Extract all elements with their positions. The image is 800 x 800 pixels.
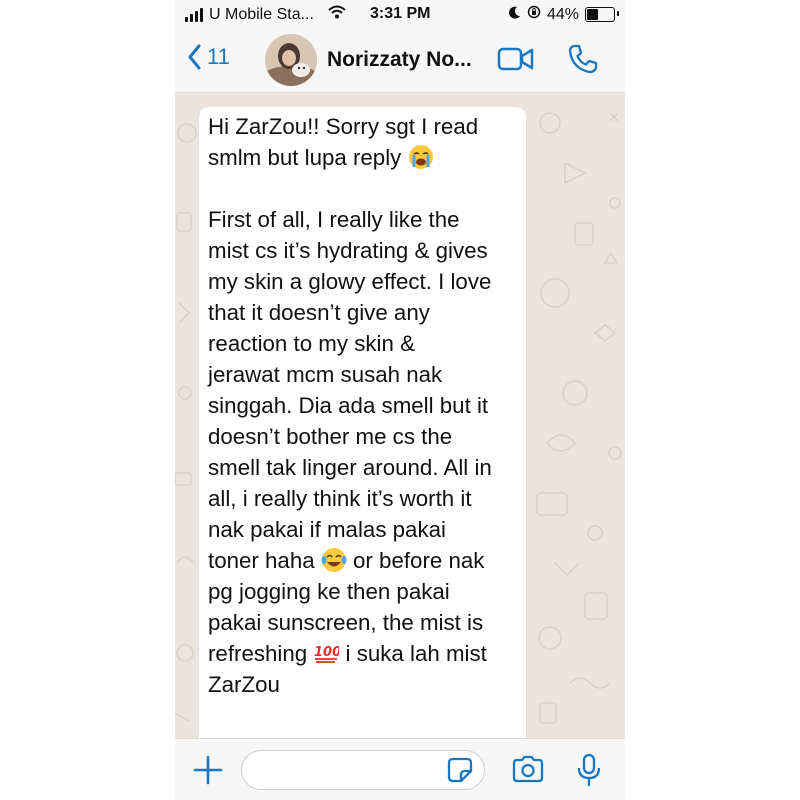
- contact-name[interactable]: Norizzaty No...: [327, 48, 472, 72]
- message-line: [208, 173, 508, 204]
- message-line-text: singgah. Dia ada smell but it: [208, 393, 489, 418]
- video-call-button[interactable]: [497, 46, 535, 77]
- back-chevron-icon: [188, 44, 201, 70]
- camera-icon: [512, 755, 544, 783]
- back-button[interactable]: 11: [187, 44, 230, 70]
- message-line-text: reaction to my skin &: [208, 331, 415, 356]
- message-line-text: ZarZou: [208, 672, 280, 697]
- message-line-text: nak pakai if malas pakai: [208, 517, 446, 542]
- message-line: smell tak linger around. All in: [208, 452, 508, 483]
- message-line: Hi ZarZou!! Sorry sgt I read: [208, 111, 508, 142]
- message-line: doesn’t bother me cs the: [208, 421, 508, 452]
- orientation-lock-icon: [527, 5, 541, 24]
- message-line: ZarZou: [208, 669, 508, 700]
- message-line-text: doesn’t bother me cs the: [208, 424, 453, 449]
- chat-area[interactable]: Hi ZarZou!! Sorry sgt I read smlm but lup…: [175, 93, 625, 738]
- video-call-icon: [497, 47, 534, 71]
- message-line: toner haha or before nak: [208, 545, 508, 576]
- message-line: nak pakai if malas pakai: [208, 514, 508, 545]
- signal-icon: [185, 7, 203, 22]
- message-line: jerawat mcm susah nak: [208, 359, 508, 390]
- battery-icon: [585, 7, 619, 22]
- message-line: First of all, I really like the: [208, 204, 508, 235]
- chat-header: 11 Norizzaty No...: [175, 30, 625, 93]
- camera-button[interactable]: [511, 755, 545, 788]
- hundred-points-emoji-icon: 100: [313, 640, 342, 666]
- message-line-text: toner haha: [208, 548, 321, 573]
- status-right: 44%: [508, 5, 619, 24]
- phone-screen: U Mobile Sta... 3:31 PM 44% 11 Norizzaty…: [175, 0, 625, 800]
- message-line-text: all, i really think it’s worth it: [208, 486, 472, 511]
- input-bar: [175, 738, 625, 800]
- message-line: mist cs it’s hydrating & gives: [208, 235, 508, 266]
- message-line: reaction to my skin &: [208, 328, 508, 359]
- carrier-name: U Mobile Sta...: [209, 5, 314, 23]
- plus-icon: [193, 755, 223, 785]
- microphone-button[interactable]: [577, 753, 601, 792]
- message-line-text: or before nak: [346, 548, 485, 573]
- face-with-tears-of-joy-emoji-icon: [321, 547, 347, 573]
- microphone-icon: [577, 753, 601, 787]
- message-line-text: refreshing: [208, 641, 314, 666]
- status-bar: U Mobile Sta... 3:31 PM 44%: [175, 0, 625, 30]
- sticker-icon: [447, 757, 473, 783]
- wifi-icon: [328, 5, 346, 24]
- phone-call-icon: [568, 44, 598, 74]
- message-line-text: First of all, I really like the: [208, 207, 460, 232]
- message-line-text: my skin a glowy effect. I love: [208, 269, 492, 294]
- message-line-text: pg jogging ke then pakai: [208, 579, 450, 604]
- message-line-text: that it doesn’t give any: [208, 300, 430, 325]
- status-time: 3:31 PM: [370, 5, 431, 22]
- message-text: Hi ZarZou!! Sorry sgt I read smlm but lup…: [208, 111, 508, 700]
- message-line: smlm but lupa reply: [208, 142, 508, 173]
- message-line-text: smell tak linger around. All in: [208, 455, 492, 480]
- sticker-button[interactable]: [447, 757, 473, 788]
- status-left: U Mobile Sta...: [185, 5, 346, 24]
- message-line-text: smlm but lupa reply: [208, 145, 408, 170]
- svg-text:100: 100: [314, 645, 339, 660]
- message-line-text: pakai sunscreen, the mist is: [208, 610, 484, 635]
- message-line: pg jogging ke then pakai: [208, 576, 508, 607]
- loudly-crying-face-emoji-icon: [408, 144, 434, 170]
- message-line-text: mist cs it’s hydrating & gives: [208, 238, 488, 263]
- battery-percent: 44%: [546, 5, 579, 23]
- attach-button[interactable]: [193, 755, 223, 790]
- message-line: pakai sunscreen, the mist is: [208, 607, 508, 638]
- voice-call-button[interactable]: [567, 43, 599, 80]
- moon-icon: [508, 6, 521, 24]
- message-line: singgah. Dia ada smell but it: [208, 390, 508, 421]
- message-line-text: Hi ZarZou!! Sorry sgt I read: [208, 114, 479, 139]
- message-line-text: i suka lah mist: [339, 641, 487, 666]
- message-line: that it doesn’t give any: [208, 297, 508, 328]
- message-line: refreshing 100 i suka lah mist: [208, 638, 508, 669]
- message-line: all, i really think it’s worth it: [208, 483, 508, 514]
- unread-count: 11: [207, 44, 230, 69]
- battery-fill: [587, 9, 598, 20]
- avatar[interactable]: [265, 34, 317, 86]
- message-line: my skin a glowy effect. I love: [208, 266, 508, 297]
- message-line-text: jerawat mcm susah nak: [208, 362, 443, 387]
